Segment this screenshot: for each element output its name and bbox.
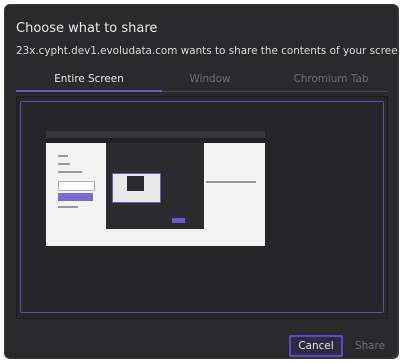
resize-handle-icon[interactable] bbox=[392, 352, 398, 358]
thumbnail-text-line bbox=[58, 206, 78, 208]
thumbnail-text-line bbox=[206, 181, 256, 183]
screen-thumbnail bbox=[46, 131, 265, 246]
source-tabs: Entire Screen Window Chromium Tab bbox=[16, 69, 388, 92]
thumbnail-input-box bbox=[58, 181, 95, 191]
dialog-title: Choose what to share bbox=[16, 21, 158, 36]
cancel-button[interactable]: Cancel bbox=[289, 335, 343, 357]
dialog-subtitle: 23x.cypht.dev1.evoludata.com wants to sh… bbox=[16, 45, 399, 57]
share-button[interactable]: Share bbox=[350, 335, 390, 357]
tab-window[interactable]: Window bbox=[136, 69, 284, 91]
thumbnail-cancel-button bbox=[172, 218, 185, 223]
thumbnail-preview-dark bbox=[127, 176, 144, 191]
thumbnail-text-line bbox=[58, 155, 68, 157]
dialog-footer: Cancel Share bbox=[5, 325, 398, 358]
entire-screen-source[interactable] bbox=[20, 101, 384, 313]
screen-share-dialog: Choose what to share 23x.cypht.dev1.evol… bbox=[4, 4, 399, 359]
tab-chromium-tab[interactable]: Chromium Tab bbox=[268, 69, 394, 91]
thumbnail-text-line bbox=[58, 163, 70, 165]
thumbnail-browser-tabbar bbox=[46, 131, 265, 138]
thumbnail-text-line bbox=[58, 171, 82, 173]
selected-tab-indicator bbox=[16, 90, 162, 92]
thumbnail-purple-button bbox=[58, 193, 93, 201]
source-preview-area bbox=[16, 96, 388, 319]
